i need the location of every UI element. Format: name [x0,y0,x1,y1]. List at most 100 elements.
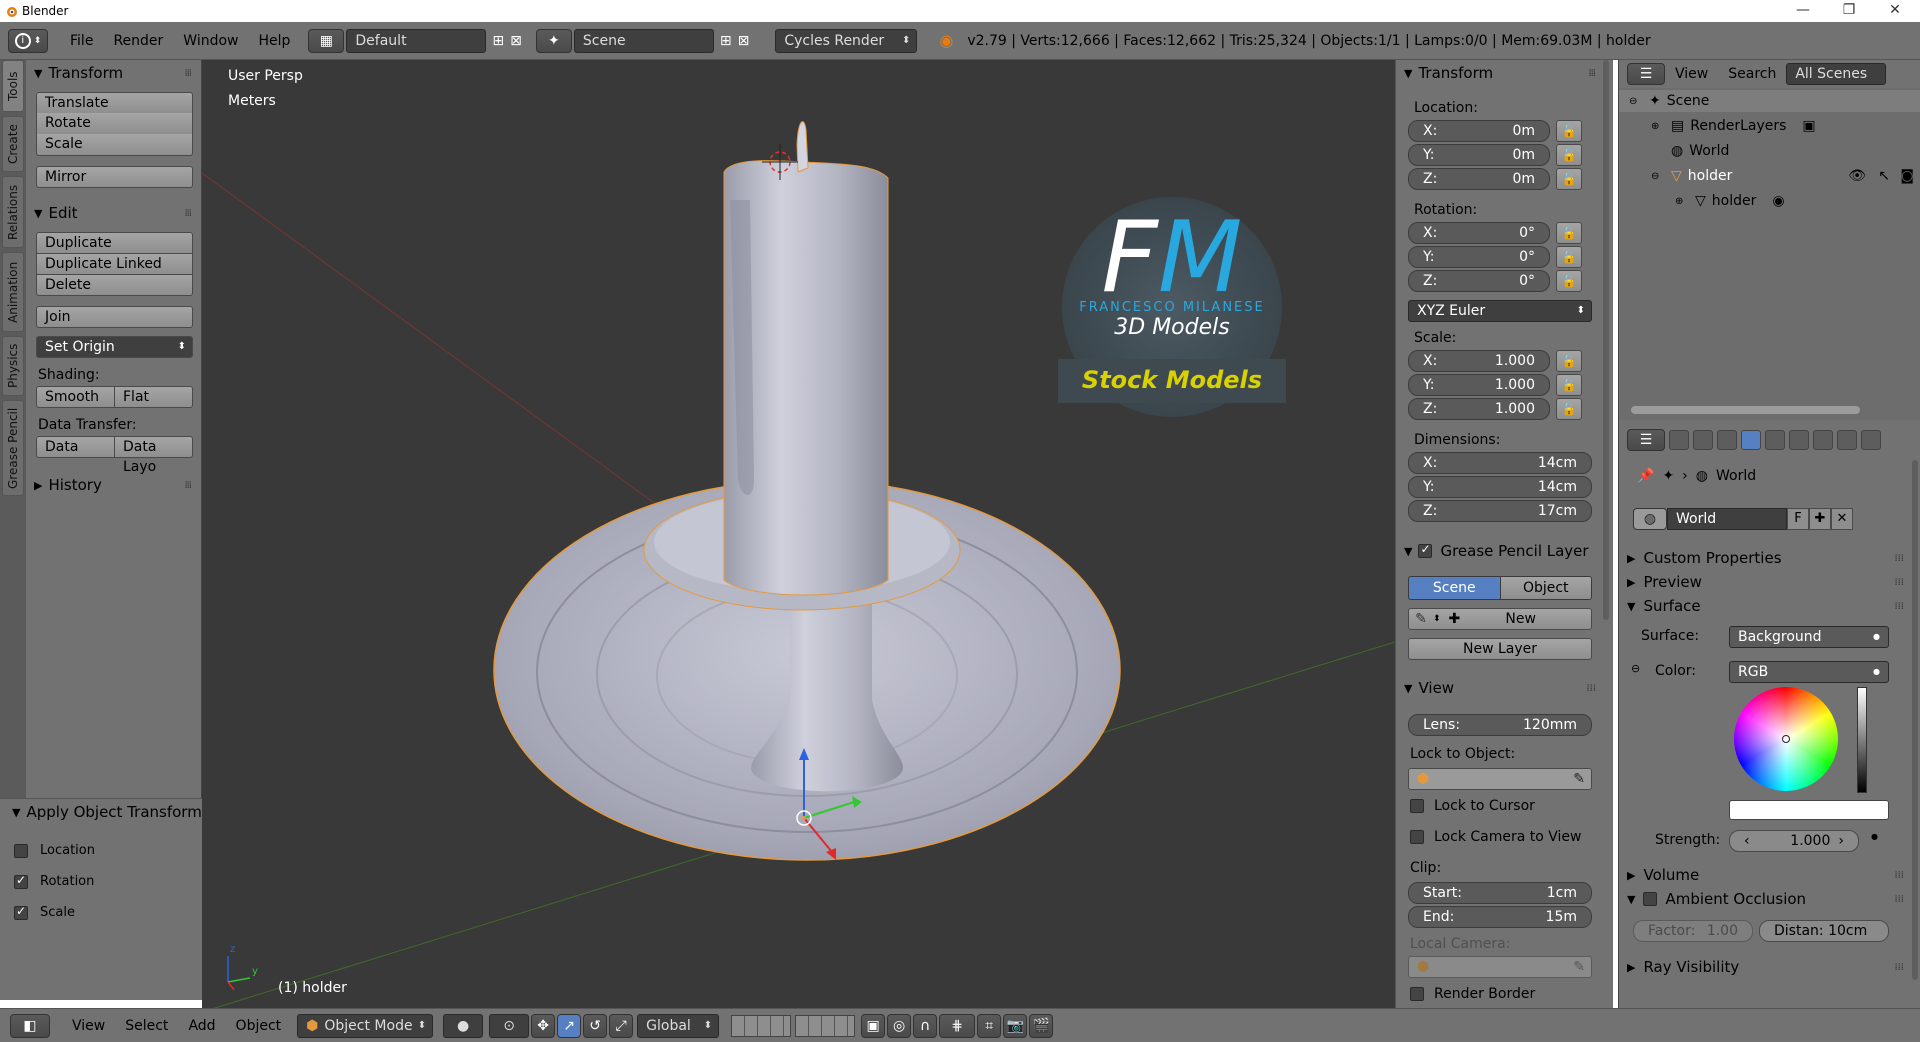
tree-row-holder-mesh[interactable]: ⊕ ▽ holder ◉ [1675,189,1785,213]
ao-checkbox[interactable] [1643,892,1658,906]
maximize-button[interactable]: ❐ [1826,0,1872,22]
grease-pencil-checkbox[interactable] [1418,542,1433,558]
tree-row-scene[interactable]: ⊖ ✦ Scene [1629,89,1709,113]
mirror-button[interactable]: Mirror [36,166,193,188]
color-swatch[interactable] [1729,800,1889,820]
dimensions-x-field[interactable]: X: 14cm [1408,452,1592,474]
surface-shader-select[interactable]: Background ● [1729,626,1889,648]
scene-field[interactable]: Scene [573,28,714,53]
snap-element-select[interactable]: ⋕ [939,1013,976,1038]
drag-handle-icon[interactable]: ⁞⁞⁞ [1894,962,1904,973]
tab-relations[interactable]: Relations [2,176,24,248]
eyedropper-icon[interactable]: ✎ [1573,957,1585,977]
interaction-mode-select[interactable]: ⬢ Object Mode ⬍ [297,1013,434,1038]
tab-physics[interactable]: Physics [2,336,24,396]
transform-panel-header[interactable]: ▼ Transform ⁞⁞⁞ [26,60,201,86]
lens-field[interactable]: Lens: 120mm [1408,714,1592,736]
n-panel-scrollbar[interactable] [1603,60,1609,620]
rotate-manipulator-icon[interactable]: ↺ [583,1013,608,1038]
tree-row-holder-object[interactable]: ⊖ ▽ holder 👁 ↖ ◙ [1651,164,1920,188]
minimize-button[interactable]: — [1780,0,1826,22]
constraints-tab-icon[interactable] [1789,430,1809,450]
tab-grease-pencil[interactable]: Grease Pencil [2,400,24,496]
lock-cursor-row[interactable]: Lock to Cursor [1410,798,1535,814]
screen-layout-field[interactable]: Default [346,28,487,53]
manipulator-toggle-icon[interactable]: ✥ [531,1013,556,1038]
pin-icon[interactable]: 📌 [1637,468,1654,484]
scale-x-field[interactable]: X: 1.000 [1408,350,1550,372]
duplicate-linked-button[interactable]: Duplicate Linked [36,253,193,275]
location-y-field[interactable]: Y: 0m [1408,144,1550,166]
add-world-icon[interactable]: ✚ [1809,508,1831,530]
scale-manipulator-icon[interactable]: ⤢ [609,1013,634,1038]
outliner-display-mode[interactable]: All Scenes [1786,63,1887,85]
render-layers-tab-icon[interactable] [1693,430,1713,450]
color-input-select[interactable]: RGB ● [1729,661,1889,683]
value-slider[interactable] [1857,687,1867,793]
scale-y-field[interactable]: Y: 1.000 [1408,374,1550,396]
menu-render[interactable]: Render [103,22,173,60]
color-wheel-cursor[interactable] [1782,735,1790,743]
gp-new-button[interactable]: New [1460,611,1591,627]
world-browse-button[interactable]: ◍ [1633,508,1667,530]
collapse-node-icon[interactable]: ⊖ [1631,662,1640,675]
scene-icon-button[interactable]: ✦ [535,28,572,53]
camera-render-icon[interactable]: ◙ [1900,168,1914,184]
clip-end-field[interactable]: End: 15m [1408,906,1592,928]
rotation-x-field[interactable]: X: 0° [1408,222,1550,244]
proportional-edit-icon[interactable]: ◎ [887,1013,912,1038]
gp-object-button[interactable]: Object [1500,576,1592,600]
remove-layout-icon[interactable]: ⊠ [510,33,522,49]
translate-button[interactable]: Translate [36,92,193,114]
duplicate-button[interactable]: Duplicate [36,232,193,254]
lock-icon[interactable]: 🔓 [1556,120,1582,142]
menu-add[interactable]: Add [178,1018,225,1034]
lock-camera-row[interactable]: Lock Camera to View [1410,829,1582,845]
rotation-z-field[interactable]: Z: 0° [1408,270,1550,292]
collapse-icon[interactable]: ⊖ [1651,171,1665,182]
drag-handle-icon[interactable]: ⁞⁞⁞ [184,68,191,79]
properties-editor-type-button[interactable]: ☰ [1627,429,1665,451]
layer-lock-icon[interactable]: ▣ [861,1013,886,1038]
clip-start-field[interactable]: Start: 1cm [1408,882,1592,904]
ray-visibility-header[interactable]: ▶ Ray Visibility ⁞⁞⁞ [1627,954,1904,980]
menu-file[interactable]: File [60,22,103,60]
translate-manipulator-icon[interactable]: ↗ [557,1013,582,1038]
scale-button[interactable]: Scale [36,134,193,156]
view-panel-header[interactable]: ▼ View ⁞⁞⁞ [1396,675,1606,701]
apply-panel-header[interactable]: ▼ Apply Object Transform [0,799,202,825]
location-checkbox-row[interactable]: Location [14,843,95,858]
drag-handle-icon[interactable]: ⁞⁞⁞ [1588,68,1595,79]
edit-panel-header[interactable]: ▼ Edit ⁞⁞⁞ [26,200,201,226]
rotation-mode-select[interactable]: XYZ Euler ⬍ [1408,300,1592,322]
object-tab-icon[interactable] [1765,430,1785,450]
menu-object[interactable]: Object [226,1018,292,1034]
render-opengl-animation-icon[interactable]: 🎬 [1029,1013,1054,1038]
close-button[interactable]: ✕ [1872,0,1918,22]
delete-button[interactable]: Delete [36,274,193,296]
rotation-checkbox[interactable] [14,873,28,889]
outliner-editor-type-button[interactable]: ☰ [1627,63,1665,85]
render-tab-icon[interactable] [1669,430,1689,450]
dimensions-y-field[interactable]: Y: 14cm [1408,476,1592,498]
collapse-icon[interactable]: ⊖ [1629,96,1643,107]
location-z-field[interactable]: Z: 0m [1408,168,1550,190]
local-camera-field[interactable]: ⬢ ✎ [1408,956,1592,978]
menu-help[interactable]: Help [248,22,300,60]
cursor-select-icon[interactable]: ↖ [1878,168,1890,184]
render-engine-select[interactable]: Cycles Render ⬍ [775,28,918,53]
lock-icon[interactable]: 🔓 [1556,168,1582,190]
gp-new-layer-button[interactable]: New Layer [1408,638,1592,660]
modifiers-tab-icon[interactable] [1813,430,1833,450]
pencil-icon[interactable]: ✎ [1409,611,1433,627]
menu-select[interactable]: Select [115,1018,178,1034]
ao-factor-field[interactable]: Factor: 1.00 [1633,920,1753,942]
add-scene-icon[interactable]: ⊞ [720,33,732,49]
surface-header[interactable]: ▼ Surface ⁞⁞⁞ [1627,593,1904,619]
location-x-field[interactable]: X: 0m [1408,120,1550,142]
grease-pencil-layer-header[interactable]: ▼ Grease Pencil Layer [1396,538,1606,564]
preview-header[interactable]: ▶ Preview ⁞⁞⁞ [1627,569,1904,595]
properties-scrollbar[interactable] [1912,460,1918,980]
remove-scene-icon[interactable]: ⊠ [738,33,750,49]
flat-button[interactable]: Flat [115,386,193,408]
